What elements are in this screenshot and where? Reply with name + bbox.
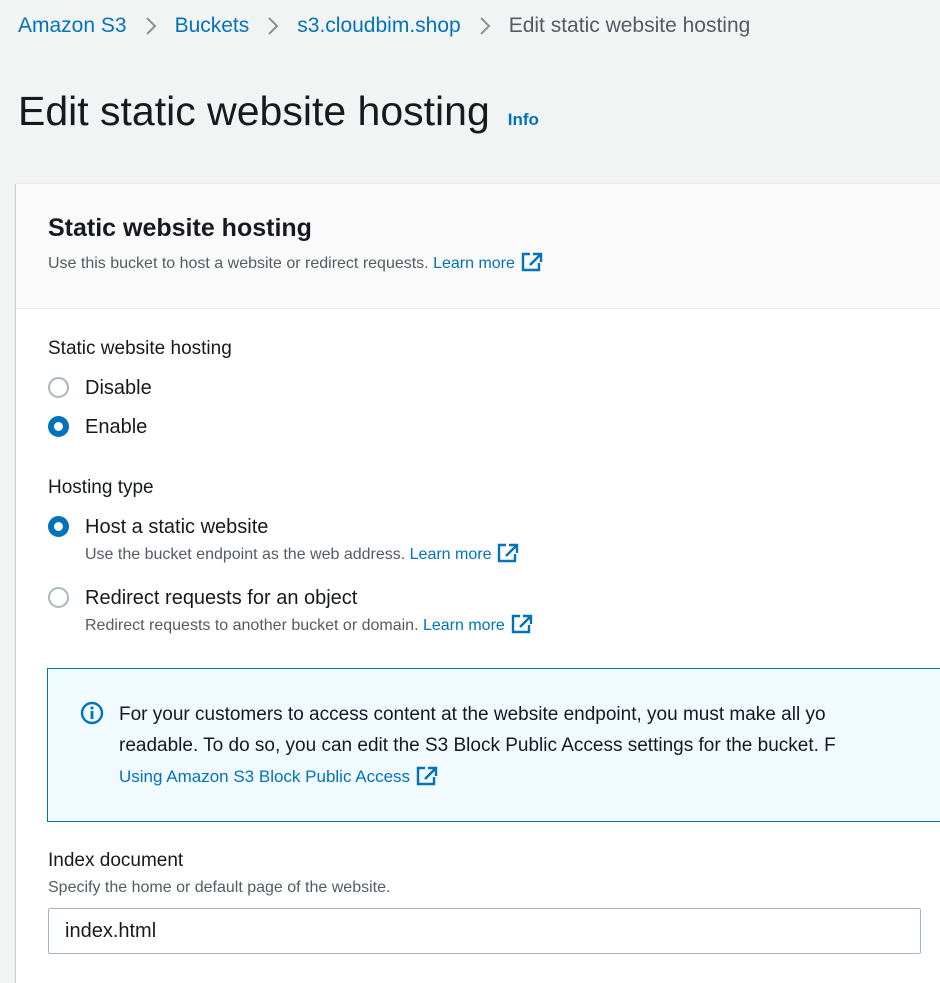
redirect-requests-description-text: Redirect requests to another bucket or d…: [85, 617, 419, 634]
page-title: Edit static website hosting: [18, 88, 490, 134]
host-static-website-label[interactable]: Host a static website: [85, 515, 519, 539]
alert-line-2: readable. To do so, you can edit the S3 …: [119, 735, 836, 756]
external-link-icon: [416, 765, 438, 796]
panel-description: Use this bucket to host a website or red…: [48, 252, 940, 277]
alert-line-1: For your customers to access content at …: [119, 704, 826, 725]
learn-more-label[interactable]: Learn more: [433, 255, 515, 272]
external-link-icon: [497, 543, 519, 568]
host-learn-more-link[interactable]: Learn more: [410, 543, 520, 563]
block-public-access-link[interactable]: Using Amazon S3 Block Public Access: [119, 761, 836, 796]
info-link[interactable]: Info: [508, 110, 539, 130]
disable-label[interactable]: Disable: [85, 376, 152, 400]
hosting-field-label: Static website hosting: [48, 338, 232, 359]
breadcrumb: Amazon S3 Buckets s3.cloudbim.shop Edit …: [18, 14, 750, 38]
host-static-website-radio[interactable]: [48, 516, 69, 537]
hosting-type-label: Hosting type: [48, 477, 154, 498]
external-link-icon: [521, 252, 543, 277]
breadcrumb-item-amazon-s3[interactable]: Amazon S3: [18, 14, 127, 38]
block-public-access-alert: For your customers to access content at …: [47, 668, 940, 822]
redirect-requests-description: Redirect requests to another bucket or d…: [85, 614, 533, 639]
redirect-requests-label[interactable]: Redirect requests for an object: [85, 586, 533, 610]
external-link-icon: [511, 614, 533, 639]
chevron-right-icon: [461, 14, 509, 38]
alert-content: For your customers to access content at …: [119, 699, 836, 821]
enable-radio[interactable]: [48, 416, 69, 437]
enable-label[interactable]: Enable: [85, 415, 147, 439]
panel-description-text: Use this bucket to host a website or red…: [48, 255, 429, 272]
panel-title: Static website hosting: [48, 214, 312, 242]
redirect-learn-more-label[interactable]: Learn more: [423, 617, 505, 634]
redirect-requests-option[interactable]: Redirect requests for an object Redirect…: [48, 586, 533, 639]
learn-more-link[interactable]: Learn more: [433, 252, 543, 272]
host-static-website-description: Use the bucket endpoint as the web addre…: [85, 543, 519, 568]
page-header: Edit static website hosting Info: [18, 88, 539, 135]
info-icon: [80, 701, 104, 821]
breadcrumb-current: Edit static website hosting: [508, 14, 751, 37]
enable-option[interactable]: Enable: [48, 415, 147, 439]
breadcrumb-item-buckets[interactable]: Buckets: [175, 14, 250, 38]
host-static-website-option[interactable]: Host a static website Use the bucket end…: [48, 515, 519, 568]
index-document-description: Specify the home or default page of the …: [48, 879, 391, 896]
block-public-access-link-label[interactable]: Using Amazon S3 Block Public Access: [119, 767, 410, 786]
redirect-requests-radio[interactable]: [48, 587, 69, 608]
index-document-label: Index document: [48, 850, 184, 871]
disable-option[interactable]: Disable: [48, 376, 152, 400]
disable-radio[interactable]: [48, 377, 69, 398]
host-learn-more-label[interactable]: Learn more: [410, 546, 492, 563]
host-static-website-description-text: Use the bucket endpoint as the web addre…: [85, 546, 406, 563]
chevron-right-icon: [249, 14, 297, 38]
chevron-right-icon: [127, 14, 175, 38]
redirect-learn-more-link[interactable]: Learn more: [423, 614, 533, 634]
breadcrumb-item-bucket[interactable]: s3.cloudbim.shop: [297, 14, 460, 38]
index-document-input[interactable]: [48, 908, 921, 954]
panel-header: Static website hosting Use this bucket t…: [16, 184, 940, 309]
static-website-hosting-panel: Static website hosting Use this bucket t…: [16, 183, 940, 983]
